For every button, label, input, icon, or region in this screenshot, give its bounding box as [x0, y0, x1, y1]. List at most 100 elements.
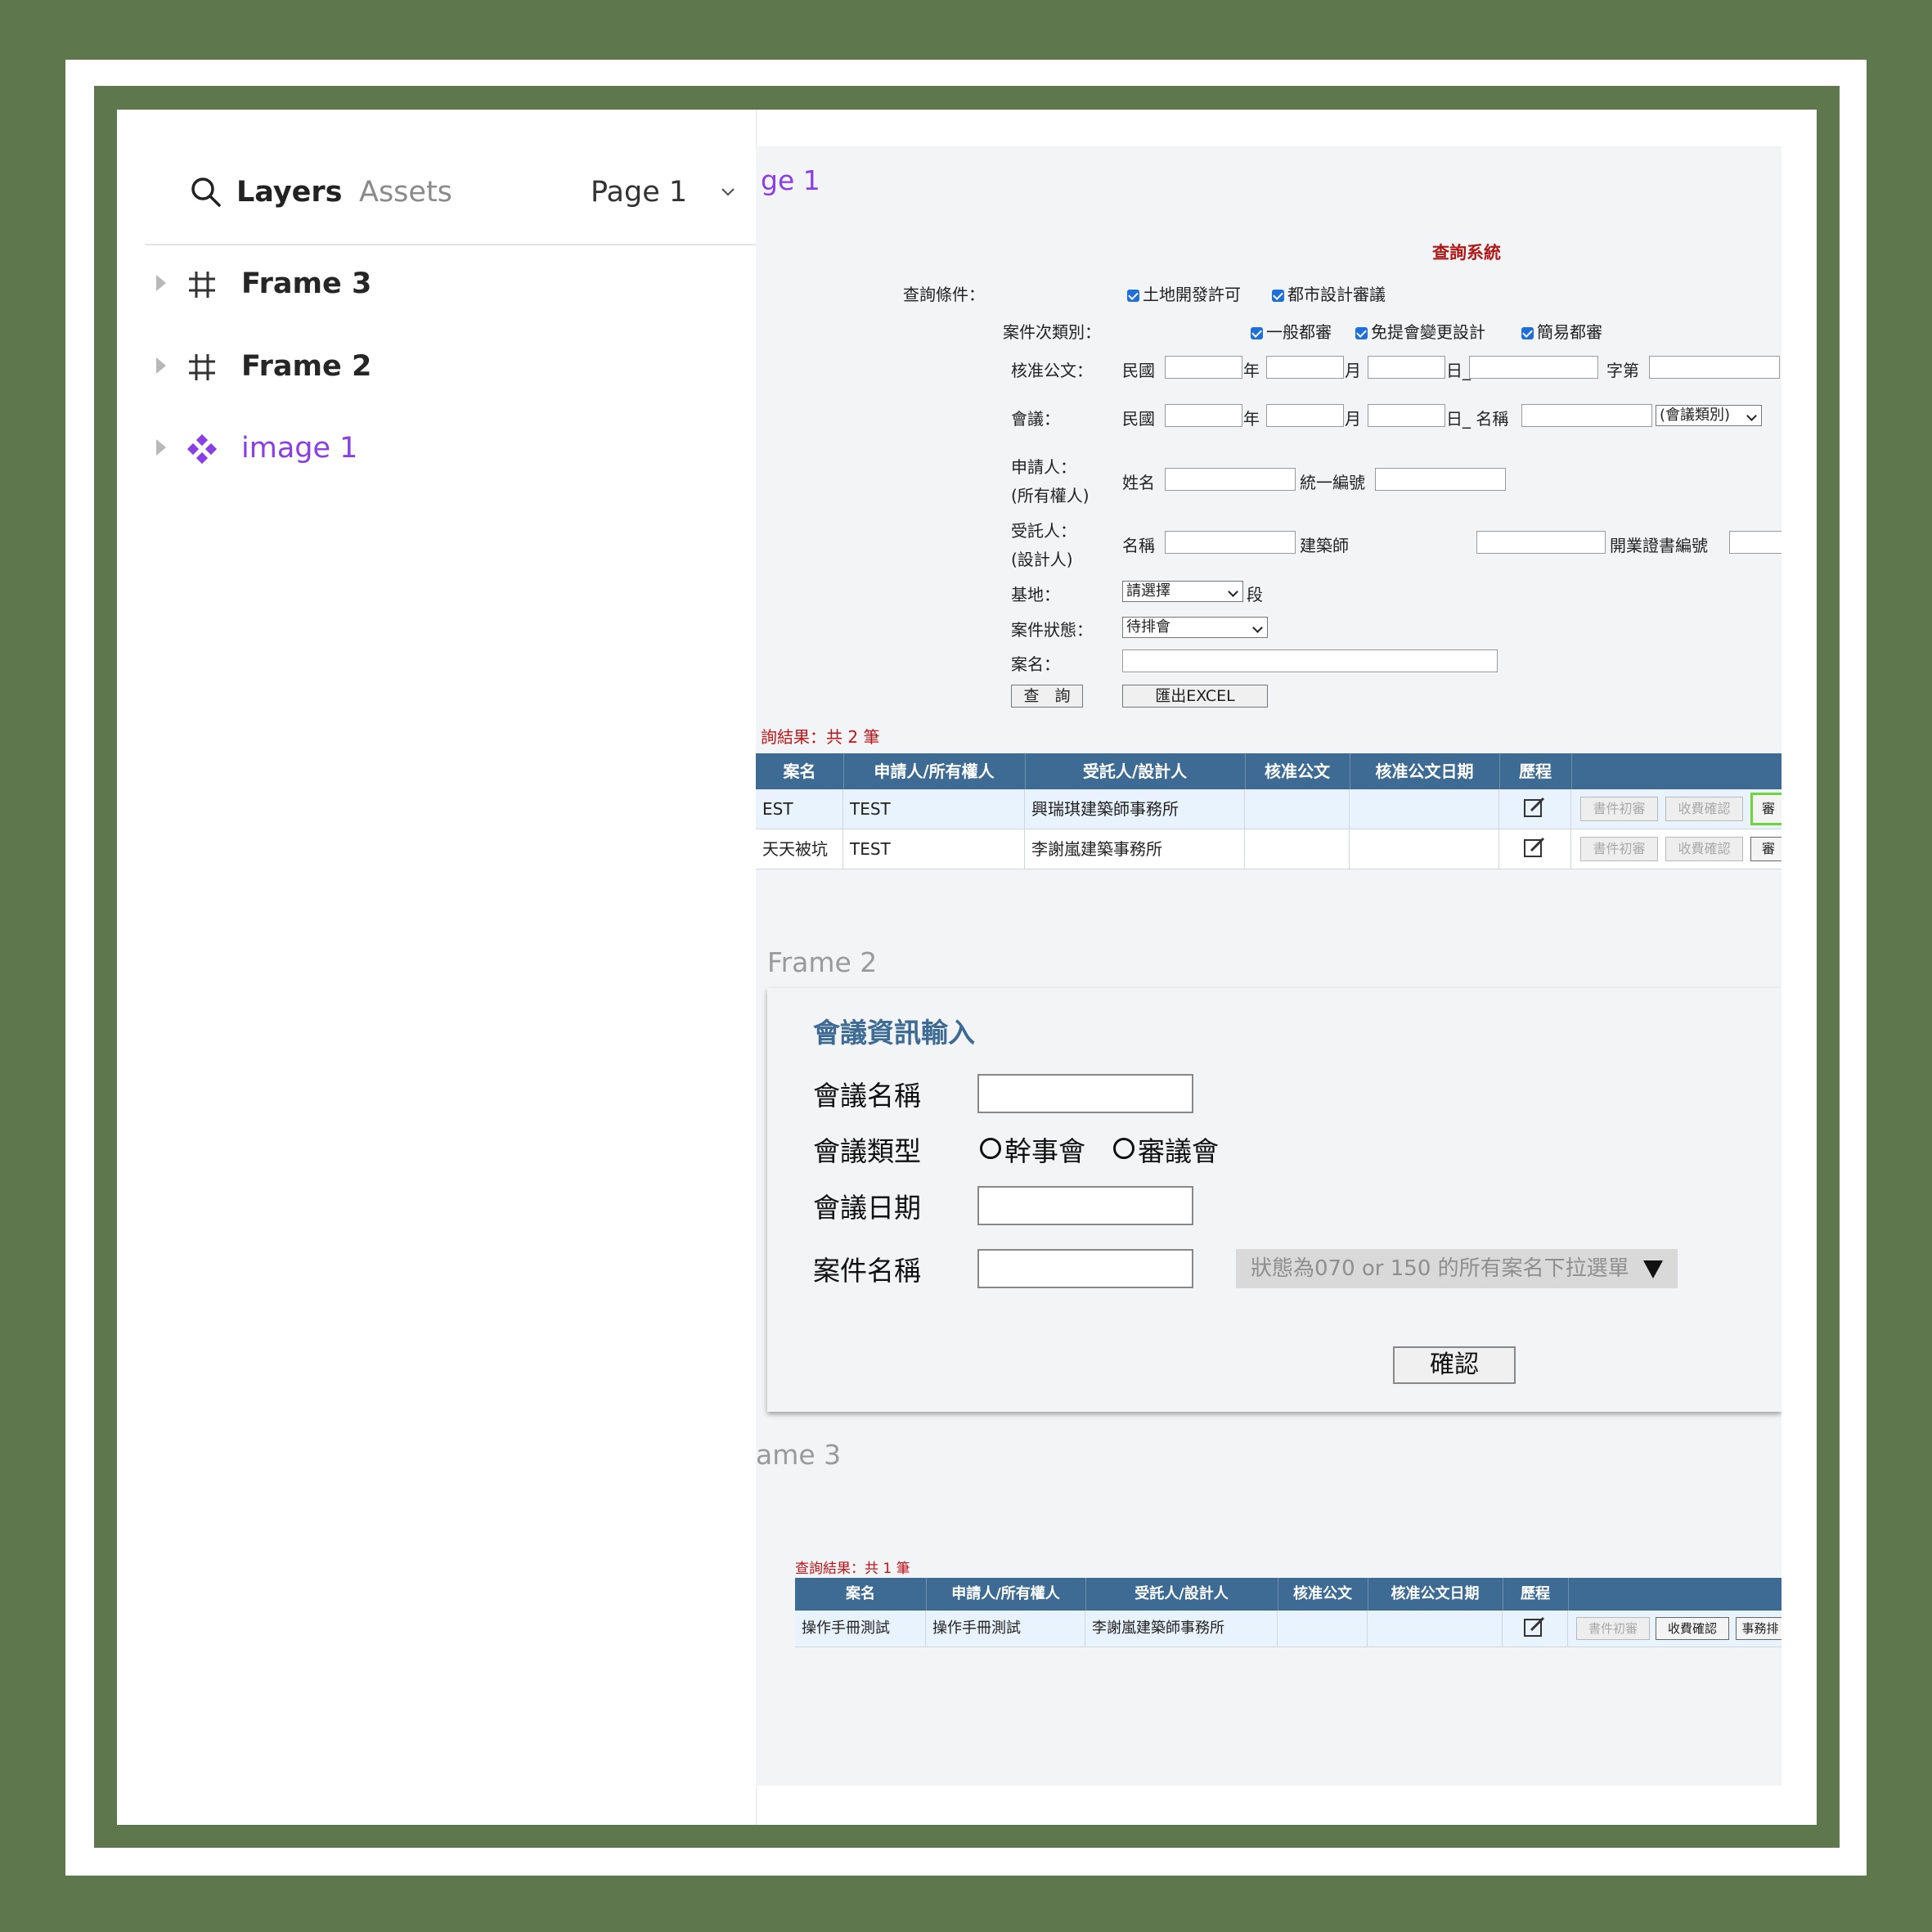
cell-case: 操作手冊測試: [795, 1611, 926, 1647]
approval-day-input[interactable]: [1368, 356, 1445, 379]
meeting-type-select[interactable]: (會議類別): [1656, 405, 1762, 426]
doc-word-input[interactable]: [1469, 356, 1598, 379]
results-table-header: 案名 申請人/所有權人 受託人/設計人 核准公文 核准公文日期 歷程: [756, 753, 1781, 789]
dialog-title: 會議資訊輸入: [813, 1017, 975, 1049]
site-label: 基地：: [1011, 585, 1060, 604]
expand-caret-icon[interactable]: [156, 357, 166, 374]
approval-year-input[interactable]: [1165, 356, 1242, 379]
site-select[interactable]: 請選擇: [1122, 581, 1243, 602]
table-row[interactable]: 天天被坑 TEST 李謝嵐建築事務所 書件初審 收費確認 審: [756, 829, 1781, 869]
column-header[interactable]: 案名: [756, 753, 844, 789]
radio-circle-icon[interactable]: [1113, 1138, 1134, 1159]
checkbox-checked-icon[interactable]: [1251, 327, 1263, 339]
checkbox-checked-icon[interactable]: [1355, 327, 1368, 339]
day-label: 日_: [1446, 361, 1471, 380]
action-button[interactable]: 事務排: [1736, 1617, 1781, 1640]
edit-icon[interactable]: [1523, 1615, 1548, 1638]
meeting-year-input[interactable]: [1165, 404, 1242, 427]
table-row[interactable]: 操作手冊測試 操作手冊測試 李謝嵐建築師事務所 書件初審 收費確認 事務排: [795, 1611, 1781, 1647]
applicant-id-input[interactable]: [1375, 468, 1506, 491]
column-header[interactable]: 核准公文日期: [1350, 753, 1500, 789]
radio-review-meeting[interactable]: 審議會: [1113, 1130, 1219, 1169]
checkbox-checked-icon[interactable]: [1272, 290, 1284, 302]
meeting-type-label: 會議類型: [813, 1135, 921, 1167]
export-excel-button[interactable]: 匯出EXCEL: [1122, 685, 1268, 708]
column-header[interactable]: 申請人/所有權人: [926, 1578, 1086, 1611]
column-header[interactable]: 受託人/設計人: [1025, 753, 1246, 789]
architect-input[interactable]: [1476, 531, 1606, 554]
case-name-input[interactable]: [1122, 649, 1498, 672]
case-name-label: 案名：: [1011, 654, 1060, 674]
table-row[interactable]: EST TEST 興瑞琪建築師事務所 書件初審 收費確認 審: [756, 789, 1781, 829]
case-name-dropdown[interactable]: 狀態為070 or 150 的所有案名下拉選單: [1236, 1249, 1678, 1288]
subtype-checkbox-2[interactable]: 免提會變更設計: [1355, 319, 1485, 343]
chevron-down-icon[interactable]: [720, 184, 736, 200]
cell-agent: 李謝嵐建築事務所: [1025, 829, 1245, 869]
status-select[interactable]: 待排會: [1122, 617, 1268, 638]
cell-doc: [1278, 1611, 1368, 1647]
site-suffix: 段: [1247, 585, 1263, 604]
action-button[interactable]: 審: [1750, 837, 1781, 861]
month-label: 月: [1345, 361, 1361, 380]
cell-case: EST: [756, 789, 843, 829]
agent-sublabel: (設計人): [1011, 550, 1073, 569]
column-header[interactable]: 歷程: [1503, 1578, 1569, 1611]
search-button[interactable]: 查 詢: [1011, 685, 1083, 708]
column-header[interactable]: 核准公文: [1278, 1578, 1368, 1611]
column-header[interactable]: 案名: [795, 1578, 927, 1611]
edit-icon[interactable]: [1523, 836, 1548, 859]
image-frame-label[interactable]: ge 1: [761, 164, 820, 196]
review-button[interactable]: 書件初審: [1580, 797, 1658, 821]
edit-icon[interactable]: [1523, 796, 1548, 819]
tab-layers[interactable]: Layers: [236, 173, 343, 211]
meeting-month-input[interactable]: [1266, 404, 1344, 427]
frame-3-label[interactable]: ame 3: [756, 1439, 841, 1471]
applicant-sublabel: (所有權人): [1011, 486, 1090, 505]
column-header[interactable]: 歷程: [1499, 753, 1572, 789]
radio-executive-meeting[interactable]: 幹事會: [980, 1130, 1085, 1169]
layer-item-frame-2[interactable]: Frame 2: [143, 343, 716, 392]
frame-icon: [189, 272, 215, 298]
review-button[interactable]: 書件初審: [1576, 1617, 1650, 1640]
license-input[interactable]: [1729, 531, 1781, 554]
expand-caret-icon[interactable]: [156, 439, 166, 456]
column-header[interactable]: 受託人/設計人: [1085, 1578, 1278, 1611]
fee-confirm-button[interactable]: 收費確認: [1665, 797, 1743, 821]
meeting-name-label: 會議名稱: [813, 1080, 921, 1112]
checkbox-checked-icon[interactable]: [1127, 290, 1139, 302]
layer-item-image-1[interactable]: image 1: [143, 425, 716, 474]
subtype-checkbox-1[interactable]: 一般都審: [1251, 319, 1332, 343]
subtype-checkbox-3[interactable]: 簡易都審: [1521, 319, 1602, 343]
fee-confirm-button[interactable]: 收費確認: [1656, 1617, 1729, 1640]
column-header[interactable]: 核准公文日期: [1368, 1578, 1503, 1611]
tab-assets[interactable]: Assets: [359, 173, 452, 211]
cell-applicant: TEST: [843, 789, 1025, 829]
meeting-name-input[interactable]: [1521, 404, 1652, 427]
frame-2-label[interactable]: Frame 2: [767, 946, 877, 978]
radio-circle-icon[interactable]: [980, 1138, 1001, 1159]
case-name-input[interactable]: [977, 1249, 1193, 1288]
result-count: 查詢結果：共 1 筆: [795, 1561, 910, 1577]
review-button[interactable]: 書件初審: [1580, 837, 1658, 861]
layer-item-frame-3[interactable]: Frame 3: [143, 260, 716, 309]
fee-confirm-button[interactable]: 收費確認: [1665, 837, 1743, 861]
page-selector[interactable]: Page 1: [591, 173, 687, 211]
highlighted-action-button[interactable]: 審: [1750, 793, 1781, 825]
cond-checkbox-2[interactable]: 都市設計審議: [1272, 281, 1386, 305]
expand-caret-icon[interactable]: [156, 275, 166, 291]
agent-name-input[interactable]: [1165, 531, 1296, 554]
meeting-date-input[interactable]: [977, 1186, 1193, 1225]
confirm-button[interactable]: 確認: [1393, 1346, 1516, 1384]
search-icon[interactable]: [187, 173, 225, 211]
meeting-name-input[interactable]: [977, 1074, 1193, 1113]
status-label: 案件狀態：: [1011, 620, 1093, 640]
meeting-day-input[interactable]: [1368, 404, 1445, 427]
doc-no-input[interactable]: [1649, 356, 1780, 379]
approval-month-input[interactable]: [1266, 356, 1344, 379]
roc-label: 民國: [1122, 409, 1155, 429]
column-header[interactable]: 核准公文: [1245, 753, 1350, 789]
cond-checkbox-1[interactable]: 土地開發許可: [1127, 281, 1241, 305]
applicant-name-input[interactable]: [1165, 468, 1296, 491]
checkbox-checked-icon[interactable]: [1521, 327, 1534, 339]
column-header[interactable]: 申請人/所有權人: [843, 753, 1026, 789]
